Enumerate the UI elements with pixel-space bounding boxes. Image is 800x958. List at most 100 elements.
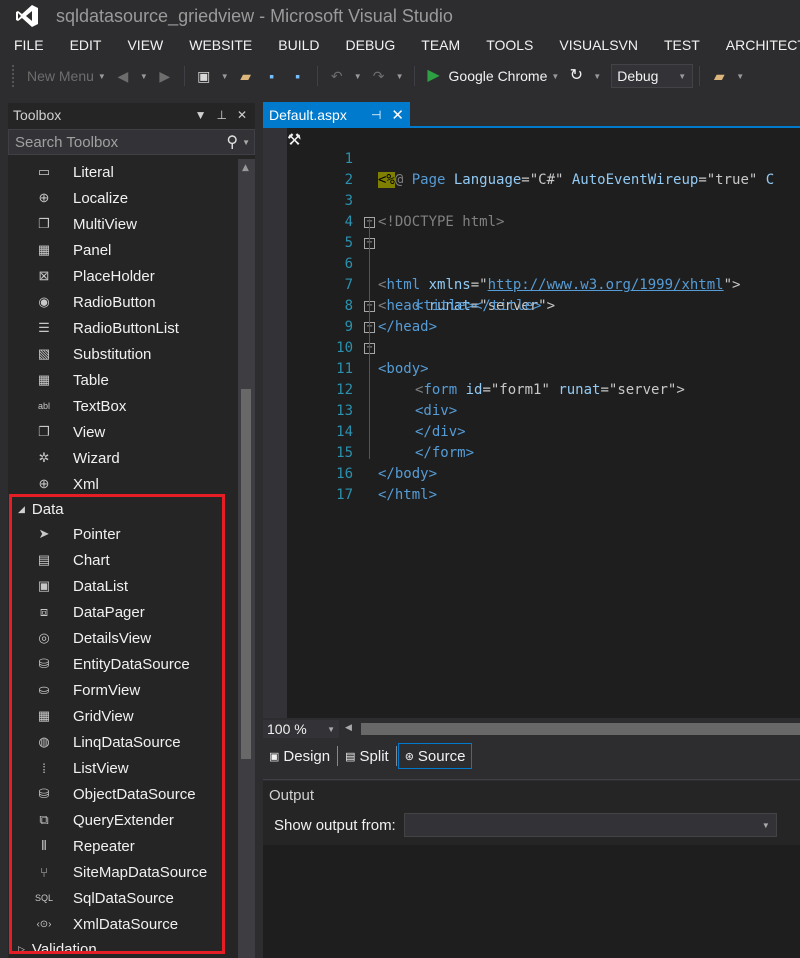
output-text-area[interactable] (263, 845, 800, 958)
toolbox-item-textbox[interactable]: abl TextBox (8, 393, 236, 419)
code-line: 17 (263, 464, 800, 503)
chevron-down-icon: ▼ (327, 724, 335, 734)
toolbox-header: Toolbox ▼ ⊥ ✕ (8, 103, 255, 127)
redo-dropdown-icon[interactable]: ▼ (396, 72, 404, 81)
find-in-files-icon[interactable]: ▰ (710, 67, 728, 85)
toolbox-search-input[interactable]: Search Toolbox ⚲ ▼ (8, 129, 255, 155)
view-label: Split (359, 747, 389, 765)
pin-icon[interactable]: ⊣ (371, 108, 381, 122)
navigate-back-icon[interactable]: ◀ (114, 67, 132, 85)
toolbox-title: Toolbox (13, 107, 62, 123)
start-debugging-icon[interactable]: ▶ (425, 67, 443, 85)
code-line: 12 (263, 359, 800, 398)
toolbox-item-view[interactable]: ❐ View (8, 419, 236, 445)
menu-tools[interactable]: TOOLS (473, 37, 546, 53)
refresh-icon[interactable]: ↻ (567, 67, 585, 85)
save-all-icon[interactable]: ▪ (289, 67, 307, 85)
scroll-up-icon[interactable]: ▲ (242, 163, 249, 173)
standard-toolbar: New Menu ▼ ◀ ▼ ▶ ▣ ▼ ▰ ▪ ▪ ↶ ▼ ↷ ▼ ▶ Goo… (0, 58, 800, 94)
window-position-dropdown-icon[interactable]: ▼ (195, 108, 207, 122)
save-icon[interactable]: ▪ (263, 67, 281, 85)
document-tab-strip: Default.aspx ⊣ ✕ (263, 102, 800, 128)
xml-icon: ⊕ (38, 476, 50, 491)
toolbox-item-table[interactable]: ▦ Table (8, 367, 236, 393)
redo-icon[interactable]: ↷ (370, 67, 388, 85)
textbox-icon: abl (37, 401, 50, 411)
toolbox-item-literal[interactable]: ▭ Literal (8, 159, 236, 185)
navigate-forward-icon[interactable]: ▶ (156, 67, 174, 85)
toolbox-item-radiobuttonlist[interactable]: ☰ RadioButtonList (8, 315, 236, 341)
horizontal-scrollbar-thumb[interactable] (361, 723, 800, 735)
design-view-button[interactable]: ▣ Design (263, 743, 336, 769)
split-view-button[interactable]: ▤ Split (339, 743, 395, 769)
menu-visualsvn[interactable]: VISUALSVN (546, 37, 651, 53)
literal-icon: ▭ (37, 164, 51, 179)
title-bar: sqldatasource_griedview - Microsoft Visu… (0, 0, 800, 32)
toolbar-overflow-icon[interactable]: ▼ (736, 72, 744, 81)
view-switcher: ▣ Design ▤ Split ⊛ Source (263, 742, 800, 770)
panel-splitter[interactable] (255, 94, 263, 958)
code-line: 3 <!DOCTYPE html> (263, 170, 800, 230)
code-line: 11 − <div> (263, 338, 800, 420)
search-icon[interactable]: ⚲ (226, 132, 238, 152)
output-source-select[interactable]: ▼ (403, 813, 777, 837)
menu-file[interactable]: FILE (0, 37, 57, 53)
code-line: 5 − <html xmlns="http://www.w3.org/1999/… (263, 212, 800, 294)
toolbar-separator (316, 66, 318, 86)
view-label: Source (417, 747, 466, 765)
new-menu-dropdown-icon[interactable]: ▼ (98, 72, 106, 81)
toolbox-item-label: Substitution (73, 345, 152, 363)
browser-dropdown-icon[interactable]: ▼ (551, 72, 559, 81)
refresh-dropdown-icon[interactable]: ▼ (593, 72, 601, 81)
back-dropdown-icon[interactable]: ▼ (140, 72, 148, 81)
undo-dropdown-icon[interactable]: ▼ (354, 72, 362, 81)
toolbox-header-buttons: ▼ ⊥ ✕ (195, 108, 255, 122)
menu-team[interactable]: TEAM (408, 37, 473, 53)
menu-test[interactable]: TEST (651, 37, 713, 53)
toolbox-item-label: Panel (73, 241, 112, 259)
menu-edit[interactable]: EDIT (57, 37, 115, 53)
menu-build[interactable]: BUILD (265, 37, 332, 53)
toolbar-separator (183, 66, 185, 86)
code-line: 6 − <head runat="server"> (263, 233, 800, 315)
browser-selector[interactable]: Google Chrome (449, 68, 548, 84)
zoom-select[interactable]: 100 % ▼ (263, 720, 339, 738)
toolbar-grip[interactable] (12, 65, 15, 87)
toolbox-item-placeholder[interactable]: ⊠ PlaceHolder (8, 263, 236, 289)
toolbox-item-wizard[interactable]: ✲ Wizard (8, 445, 236, 471)
menu-website[interactable]: WEBSITE (176, 37, 265, 53)
radiobutton-icon: ◉ (38, 294, 50, 309)
menu-bar: FILE EDIT VIEW WEBSITE BUILD DEBUG TEAM … (0, 32, 800, 58)
localize-icon: ⊕ (38, 190, 50, 205)
open-file-icon[interactable]: ▰ (237, 67, 255, 85)
configuration-value: Debug (617, 68, 659, 84)
code-lines: 1 <%@ Page Language="C#" AutoEventWireup… (263, 128, 800, 718)
toolbox-item-radiobutton[interactable]: ◉ RadioButton (8, 289, 236, 315)
output-title: Output (269, 787, 315, 804)
toolbox-item-panel[interactable]: ▦ Panel (8, 237, 236, 263)
new-menu-button[interactable]: New Menu (27, 68, 94, 84)
output-splitter[interactable] (263, 770, 800, 780)
menu-view[interactable]: VIEW (114, 37, 176, 53)
toolbox-item-substitution[interactable]: ▧ Substitution (8, 341, 236, 367)
menu-debug[interactable]: DEBUG (333, 37, 409, 53)
close-icon[interactable]: ✕ (237, 108, 247, 122)
scroll-left-icon[interactable]: ◀ (345, 723, 352, 733)
new-project-icon[interactable]: ▣ (195, 67, 213, 85)
scrollbar-thumb[interactable] (241, 389, 251, 759)
chevron-down-icon: ▼ (761, 820, 770, 830)
undo-icon[interactable]: ↶ (328, 67, 346, 85)
solution-configuration-select[interactable]: Debug ▼ (611, 64, 694, 88)
source-view-button[interactable]: ⊛ Source (397, 743, 473, 769)
new-project-dropdown-icon[interactable]: ▼ (221, 72, 229, 81)
close-icon[interactable]: ✕ (391, 106, 404, 124)
toolbox-item-localize[interactable]: ⊕ Localize (8, 185, 236, 211)
code-line: 9 − <body> (263, 296, 800, 378)
menu-architecture[interactable]: ARCHITECTURE (713, 37, 800, 53)
toolbox-item-multiview[interactable]: ❐ MultiView (8, 211, 236, 237)
search-options-dropdown-icon[interactable]: ▼ (242, 138, 250, 147)
toolbox-scrollbar[interactable]: ▲ (238, 159, 255, 958)
auto-hide-pin-icon[interactable]: ⊥ (216, 108, 226, 122)
code-editor[interactable]: ⚒ 1 <%@ Page Language="C#" AutoEventWire… (263, 128, 800, 718)
tab-default-aspx[interactable]: Default.aspx ⊣ ✕ (263, 102, 410, 128)
